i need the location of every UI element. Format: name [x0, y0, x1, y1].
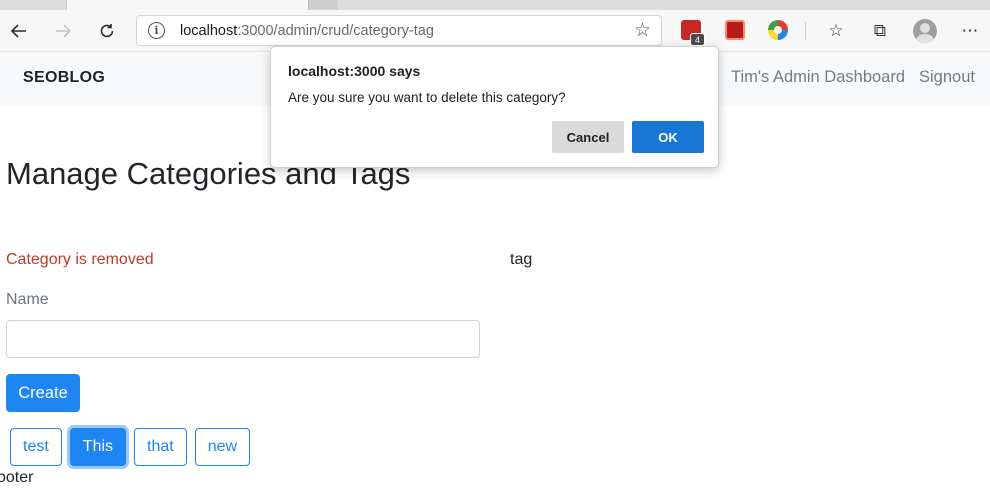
toolbar-divider [805, 22, 806, 40]
extension-fire-icon[interactable] [725, 20, 745, 40]
category-button-active[interactable]: This [69, 428, 127, 466]
browser-tab-active[interactable] [66, 0, 310, 10]
brand-logo[interactable]: SEOBLOG [23, 69, 105, 87]
browser-tab-new[interactable] [308, 0, 338, 10]
browser-tab-strip [0, 0, 990, 10]
category-button[interactable]: that [134, 428, 187, 466]
dialog-title: localhost:3000 says [288, 63, 421, 79]
signout-link[interactable]: Signout [919, 68, 975, 87]
back-arrow-icon[interactable] [6, 18, 32, 44]
extension-badge: 4 [690, 33, 705, 46]
more-menu-icon[interactable]: ⋯ [958, 19, 982, 43]
category-list: test This that new [10, 428, 258, 466]
category-name-input[interactable] [6, 320, 480, 358]
extension-red-icon[interactable]: 4 [681, 20, 705, 46]
category-button[interactable]: new [194, 428, 251, 466]
admin-dashboard-link[interactable]: Tim's Admin Dashboard [731, 68, 905, 87]
dialog-message: Are you sure you want to delete this cat… [288, 90, 566, 105]
page-footer: ooter [0, 469, 34, 486]
extension-gear-icon[interactable] [768, 20, 788, 40]
status-message: Category is removed [6, 251, 154, 268]
favorites-list-icon[interactable]: ☆ [824, 19, 848, 43]
forward-arrow-icon[interactable] [50, 18, 76, 44]
profile-avatar-icon[interactable] [913, 19, 937, 43]
dialog-cancel-button[interactable]: Cancel [552, 121, 624, 153]
category-button[interactable]: test [10, 428, 62, 466]
reload-icon[interactable] [94, 18, 120, 44]
address-bar[interactable]: i localhost:3000/admin/crud/category-tag… [136, 15, 662, 46]
create-button[interactable]: Create [6, 374, 80, 412]
favorite-star-icon[interactable]: ☆ [634, 19, 651, 42]
site-info-icon[interactable]: i [148, 22, 165, 39]
tag-section-heading: tag [510, 251, 533, 268]
collections-icon[interactable]: ⧉ [868, 19, 892, 43]
confirm-dialog: localhost:3000 says Are you sure you wan… [270, 46, 719, 168]
address-url: localhost:3000/admin/crud/category-tag [180, 23, 434, 39]
dialog-ok-button[interactable]: OK [632, 121, 704, 153]
name-label: Name [6, 291, 49, 308]
